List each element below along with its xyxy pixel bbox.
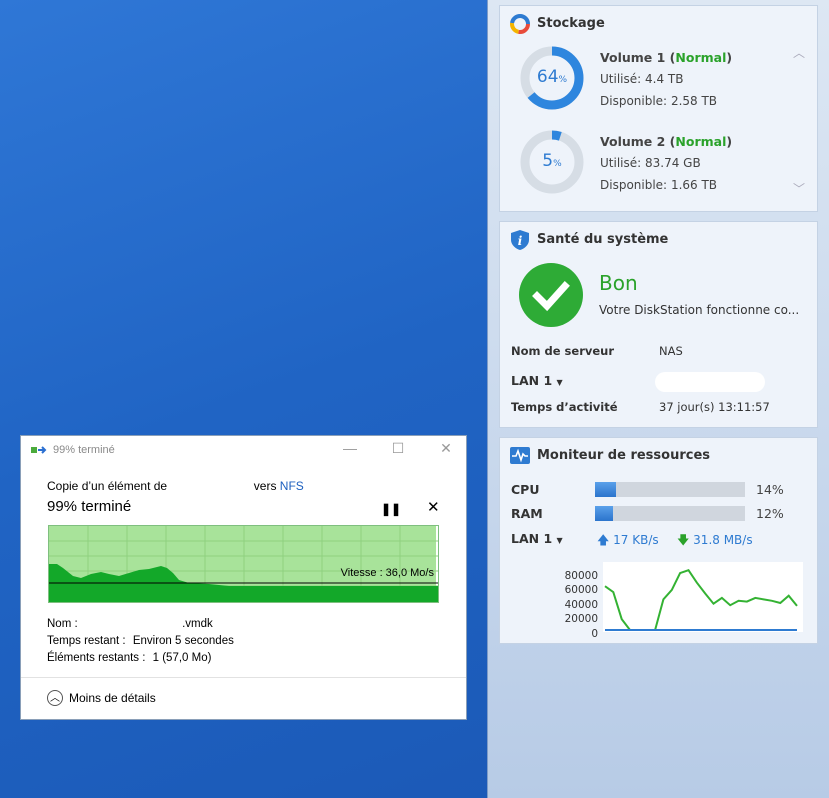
speed-label: Vitesse : 36,0 Mo/s xyxy=(340,567,434,579)
remaining-time-value: Environ 5 secondes xyxy=(132,635,234,647)
lan-dropdown[interactable]: LAN 1 ▼ xyxy=(511,373,563,388)
ram-bar xyxy=(595,506,745,521)
close-window-button[interactable]: ✕ xyxy=(436,440,456,457)
volume-1-percent: 64% xyxy=(536,67,568,87)
copy-description: Copie d’un élément de vers NFS xyxy=(47,479,304,493)
ram-percent: 12% xyxy=(756,506,784,521)
storage-widget: Stockage ︿ ﹀ 64% Volume 1 (Normal) Utili… xyxy=(499,5,818,212)
remaining-items-value: 1 (57,0 Mo) xyxy=(152,652,212,664)
chevron-up-icon: ︿ xyxy=(47,690,63,706)
network-chart-svg xyxy=(604,569,798,631)
copy-to: vers xyxy=(253,479,277,493)
remaining-time-label: Temps restant : xyxy=(47,635,126,647)
name-row: Nom : .vmdk xyxy=(47,616,234,633)
scroll-up-icon[interactable]: ︿ xyxy=(793,44,805,61)
monitor-lan-dropdown[interactable]: LAN 1 ▼ xyxy=(511,531,563,546)
server-name-label: Nom de serveur xyxy=(511,344,615,358)
less-details-button[interactable]: ︿ Moins de détails xyxy=(47,690,156,706)
remaining-items-row: Éléments restants : 1 (57,0 Mo) xyxy=(47,650,234,667)
widget-panel: Stockage ︿ ﹀ 64% Volume 1 (Normal) Utili… xyxy=(487,0,829,798)
transfer-speed-graph: Vitesse : 36,0 Mo/s xyxy=(48,525,439,603)
download-series-line xyxy=(604,569,798,631)
name-value: .vmdk xyxy=(182,618,213,630)
health-widget: i Santé du système Bon Votre DiskStation… xyxy=(499,221,818,428)
resource-monitor-widget: Moniteur de ressources CPU 14% RAM 12% L… xyxy=(499,437,818,644)
download-rate: 🡇 31.8 MB/s xyxy=(677,533,753,547)
server-name-value: NAS xyxy=(659,344,683,358)
y-tick-label: 40000 xyxy=(564,598,598,611)
cpu-bar-fill xyxy=(595,482,616,497)
volume-1-free: Disponible: 2.58 TB xyxy=(600,94,718,108)
health-title: Santé du système xyxy=(537,232,669,247)
less-details-label: Moins de détails xyxy=(69,691,156,705)
volume-2-percent: 5% xyxy=(542,151,562,171)
monitor-title: Moniteur de ressources xyxy=(537,448,711,463)
storage-icon xyxy=(510,14,530,34)
pause-button[interactable]: ❚❚ xyxy=(381,502,401,516)
redacted-ip xyxy=(655,372,765,392)
svg-text:i: i xyxy=(518,234,523,248)
copy-icon xyxy=(31,444,47,456)
copy-dialog: 99% terminé — ☐ ✕ Copie d’un élément de … xyxy=(20,435,467,720)
dialog-title-bar: 99% terminé xyxy=(31,444,115,456)
download-arrow-icon: 🡇 xyxy=(677,533,690,547)
health-status: Bon xyxy=(599,271,638,295)
dialog-divider xyxy=(21,677,466,678)
info-shield-icon: i xyxy=(511,230,529,250)
dialog-title: 99% terminé xyxy=(53,444,115,456)
window-controls: — ☐ ✕ xyxy=(340,440,456,457)
cpu-bar xyxy=(595,482,745,497)
chevron-down-icon: ▼ xyxy=(556,536,563,545)
uptime-label: Temps d’activité xyxy=(511,400,618,414)
cancel-copy-button[interactable]: ✕ xyxy=(427,498,440,516)
speed-graph-svg xyxy=(49,526,438,602)
y-tick-label: 60000 xyxy=(564,584,598,597)
status-ok-icon xyxy=(519,263,583,327)
volume-1-used: Utilisé: 4.4 TB xyxy=(600,72,684,86)
cpu-label: CPU xyxy=(511,482,540,497)
uptime-value: 37 jour(s) 13:11:57 xyxy=(659,400,770,414)
maximize-button[interactable]: ☐ xyxy=(388,440,408,457)
details-info: Nom : .vmdk Temps restant : Environ 5 se… xyxy=(47,616,234,667)
y-tick-label: 80000 xyxy=(564,569,598,582)
remaining-items-label: Éléments restants : xyxy=(47,652,146,664)
monitor-icon xyxy=(510,447,530,464)
upload-arrow-icon: 🡅 xyxy=(597,533,610,547)
volume-2-name: Volume 2 (Normal) xyxy=(600,134,733,149)
ram-label: RAM xyxy=(511,506,543,521)
health-description: Votre DiskStation fonctionne co... xyxy=(599,303,800,317)
volume-2-free: Disponible: 1.66 TB xyxy=(600,178,718,192)
storage-title: Stockage xyxy=(537,16,605,31)
minimize-button[interactable]: — xyxy=(340,440,360,457)
scroll-down-icon[interactable]: ﹀ xyxy=(793,180,805,197)
y-tick-label: 20000 xyxy=(564,613,598,626)
y-tick-label: 0 xyxy=(591,628,598,640)
volume-2-used: Utilisé: 83.74 GB xyxy=(600,156,701,170)
remaining-time-row: Temps restant : Environ 5 secondes xyxy=(47,633,234,650)
network-chart xyxy=(603,562,803,632)
ram-bar-fill xyxy=(595,506,613,521)
destination-link[interactable]: NFS xyxy=(280,479,304,493)
cpu-percent: 14% xyxy=(756,482,784,497)
volume-1-name: Volume 1 (Normal) xyxy=(600,50,733,65)
name-label: Nom : xyxy=(47,618,78,630)
copy-prefix: Copie d’un élément de xyxy=(47,479,168,493)
progress-text: 99% terminé xyxy=(47,498,132,515)
chevron-down-icon: ▼ xyxy=(556,378,563,387)
upload-rate: 🡅 17 KB/s xyxy=(597,533,659,547)
